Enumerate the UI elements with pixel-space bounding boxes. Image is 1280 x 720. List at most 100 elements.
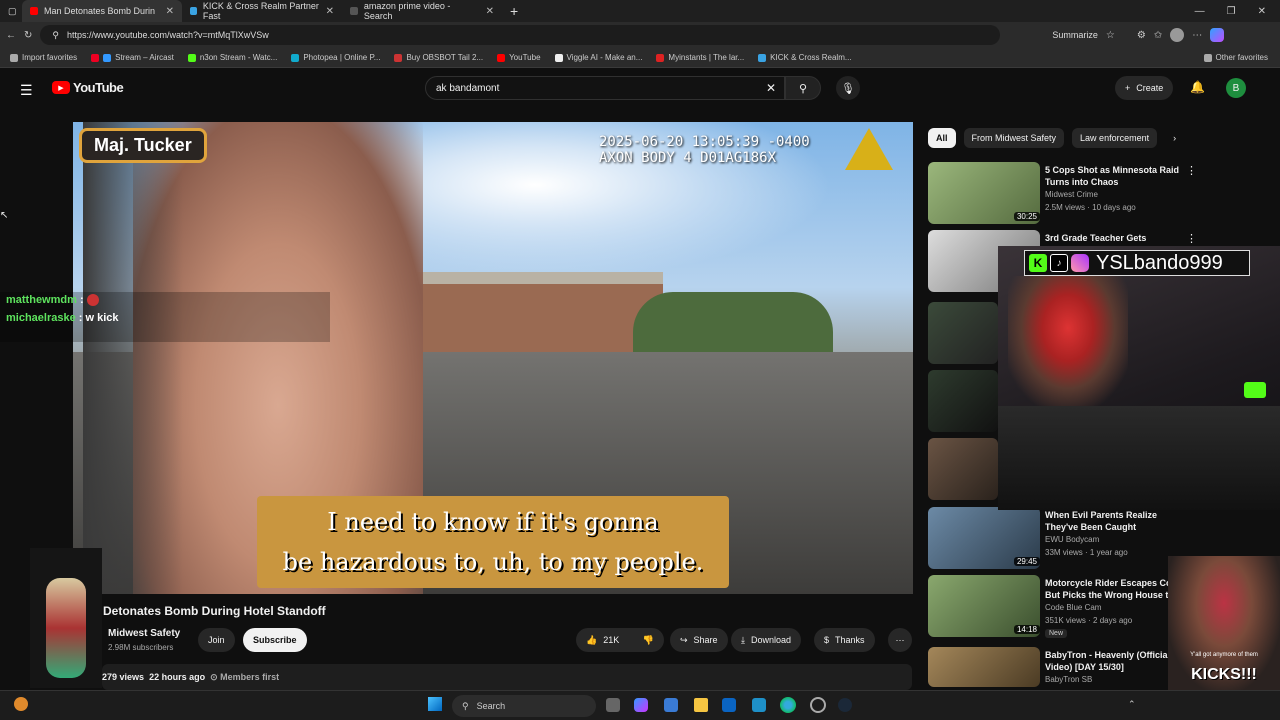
more-icon[interactable]: ⋯	[1192, 30, 1202, 41]
meme-overlay: Y'all got anymore of them KICKS!!!	[1168, 556, 1280, 690]
rec-thumbnail[interactable]	[928, 647, 1040, 687]
copilot-icon[interactable]	[634, 698, 648, 712]
bookmark-kick[interactable]: KICK & Cross Realm...	[758, 53, 852, 62]
start-icon[interactable]	[428, 697, 442, 711]
chevron-up-icon[interactable]: ⌃	[1128, 699, 1136, 710]
more-icon: ⋯	[895, 634, 905, 645]
address-bar: ← ↻ ⚲ https://www.youtube.com/watch?v=mtM…	[0, 22, 1280, 48]
window-menu-icon[interactable]: ▢	[0, 0, 22, 22]
bookmark-n3on[interactable]: n3on Stream - Watc...	[187, 53, 277, 62]
description-box[interactable]: 279 views 22 hours ago ⊙ Members first	[102, 664, 912, 690]
store-icon[interactable]	[664, 698, 678, 712]
bookmark-myinstants[interactable]: Myinstants | The lar...	[656, 53, 744, 62]
like-dislike-button[interactable]: 👍 21K 👎	[576, 628, 664, 652]
share-button[interactable]: ↪ Share	[670, 628, 728, 652]
edge-icon[interactable]	[780, 697, 796, 713]
create-button[interactable]: + Create	[1115, 76, 1174, 100]
favorites-icon[interactable]: ✩	[1154, 30, 1162, 41]
bookmark-photopea[interactable]: Photopea | Online P...	[291, 53, 380, 62]
tab-active[interactable]: Man Detonates Bomb Durin ✕	[22, 0, 182, 22]
chip-all[interactable]: All	[928, 128, 956, 148]
search-button[interactable]: ⚲	[785, 76, 821, 100]
chip-from-channel[interactable]: From Midwest Safety	[963, 128, 1065, 148]
new-tab-icon[interactable]: +	[502, 0, 526, 22]
search-icon: ⚲	[798, 82, 808, 95]
bookmarks-bar: Import favorites Stream – Aircast n3on S…	[0, 48, 1280, 68]
other-favorites[interactable]: Other favorites	[1203, 53, 1280, 62]
edge-favicon-icon	[190, 7, 197, 15]
chip-law-enforcement[interactable]: Law enforcement	[1072, 128, 1158, 148]
officer-shadow	[83, 122, 183, 594]
youtube-logo[interactable]: ▶ YouTube	[52, 80, 124, 95]
list-item[interactable]: 29:45 When Evil Parents Realize They've …	[928, 507, 1198, 569]
kick-icon: K	[1029, 254, 1047, 272]
share-icon: ↪	[680, 634, 688, 645]
star-icon[interactable]: ☆	[1106, 30, 1115, 41]
url-text: https://www.youtube.com/watch?v=mtMqTlXw…	[66, 30, 269, 40]
close-tab-icon[interactable]: ✕	[486, 6, 494, 17]
close-tab-icon[interactable]: ✕	[326, 6, 334, 17]
obs-icon[interactable]	[810, 697, 826, 713]
bookmark-viggle[interactable]: Viggle AI - Make an...	[554, 53, 642, 62]
notifications-icon[interactable]: 🔔	[1190, 80, 1205, 94]
channel-name[interactable]: Midwest Safety	[108, 628, 180, 639]
streamer-webcam: K ♪ YSLbando999	[998, 246, 1280, 510]
social-handle-bar: K ♪ YSLbando999	[1024, 250, 1250, 276]
bookmark-obsbot[interactable]: Buy OBSBOT Tail 2...	[394, 53, 483, 62]
overlay-logo-panel	[30, 548, 102, 688]
weather-icon[interactable]	[14, 697, 28, 711]
thanks-button[interactable]: $ Thanks	[814, 628, 875, 652]
download-button[interactable]: ⤓ Download	[731, 628, 802, 652]
menu-icon[interactable]: ☰	[20, 82, 33, 99]
rec-thumbnail[interactable]	[928, 302, 998, 364]
more-actions-button[interactable]: ⋯	[888, 628, 912, 652]
rec-thumbnail[interactable]	[928, 370, 998, 432]
youtube-favicon-icon	[30, 7, 38, 15]
rec-more-icon[interactable]: ⋮	[1186, 232, 1197, 245]
url-field[interactable]: ⚲ https://www.youtube.com/watch?v=mtMqTlX…	[40, 25, 1001, 45]
meme-caption: Y'all got anymore of them	[1190, 652, 1258, 658]
maximize-icon[interactable]: ❐	[1227, 6, 1236, 17]
bookmark-youtube[interactable]: YouTube	[497, 53, 541, 62]
bookmark-import[interactable]: Import favorites	[10, 53, 77, 62]
back-icon[interactable]: ←	[6, 30, 16, 41]
close-window-icon[interactable]: ✕	[1258, 6, 1266, 17]
subscribe-button[interactable]: Subscribe	[243, 628, 307, 652]
join-button[interactable]: Join	[198, 628, 235, 652]
summarize-button[interactable]: Summarize	[1052, 30, 1098, 40]
search-input[interactable]: ak bandamont ✕	[425, 76, 785, 100]
video-player[interactable]: Maj. Tucker 2025-06-20 13:05:39 -0400 AX…	[73, 122, 913, 594]
task-view-icon[interactable]	[606, 698, 620, 712]
bookmark-aircast[interactable]: Stream – Aircast	[91, 53, 174, 62]
refresh-icon[interactable]: ↻	[24, 30, 32, 41]
list-item[interactable]: 30:25 5 Cops Shot as Minnesota Raid Turn…	[928, 162, 1198, 224]
close-tab-icon[interactable]: ✕	[166, 6, 174, 17]
outlook-icon[interactable]	[722, 698, 736, 712]
microphone-icon: 🎙	[841, 82, 855, 95]
mouse-cursor-icon: ↖	[0, 210, 9, 221]
tab-amazon[interactable]: amazon prime video - Search ✕	[342, 0, 502, 22]
steam-icon[interactable]	[838, 698, 852, 712]
photos-icon[interactable]	[752, 698, 766, 712]
voice-search-button[interactable]: 🎙	[836, 76, 860, 100]
profile-icon[interactable]	[1170, 28, 1185, 42]
avatar[interactable]: B	[1226, 78, 1246, 98]
bodycam-timestamp: 2025-06-20 13:05:39 -0400 AXON BODY 4 D0…	[599, 134, 810, 166]
taskbar-search[interactable]: ⚲ Search	[452, 695, 596, 717]
emote-icon	[86, 294, 99, 307]
rec-thumbnail[interactable]	[928, 438, 998, 500]
site-info-icon[interactable]: ⚲	[52, 30, 59, 41]
thumbs-down-icon[interactable]: 👎	[643, 635, 654, 646]
rec-more-icon[interactable]: ⋮	[1186, 164, 1197, 177]
minimize-icon[interactable]: —	[1195, 6, 1205, 17]
copilot-icon[interactable]	[1210, 28, 1225, 42]
list-item[interactable]: 14:18 Motorcycle Rider Escapes Co But Pi…	[928, 575, 1198, 638]
chevron-right-icon[interactable]: ›	[1165, 128, 1184, 148]
kick-badge-icon	[1244, 382, 1266, 398]
clear-search-icon[interactable]: ✕	[766, 81, 776, 95]
extensions-icon[interactable]: ⚙	[1137, 30, 1146, 41]
file-explorer-icon[interactable]	[694, 698, 708, 712]
stream-chat: matthewmdm : michaelraske : w kick	[0, 292, 330, 342]
download-icon: ⤓	[741, 634, 745, 645]
tab-kick[interactable]: KICK & Cross Realm Partner Fast ✕	[182, 0, 342, 22]
